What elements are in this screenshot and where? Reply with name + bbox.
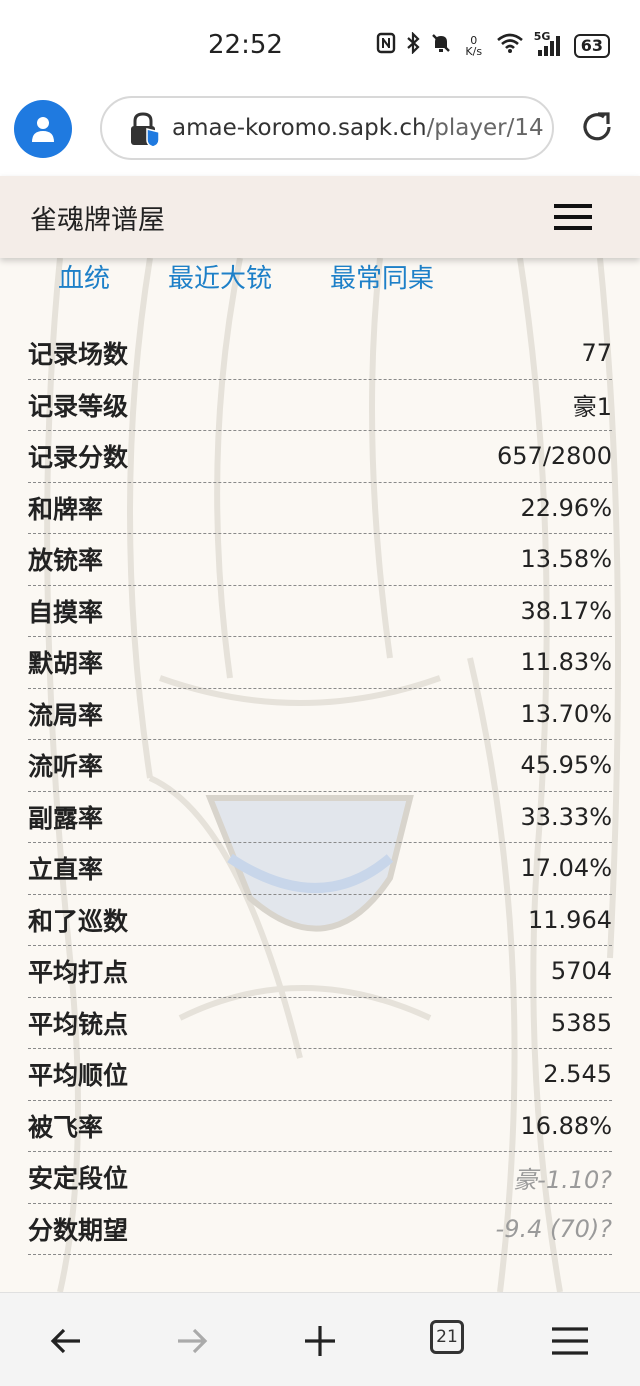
stat-value: 11.964	[528, 905, 612, 934]
stat-label: 被飞率	[28, 1112, 104, 1142]
stat-value: 13.70%	[520, 699, 612, 728]
reload-icon[interactable]	[578, 108, 616, 146]
stat-row-games: 记录场数 77	[28, 328, 612, 380]
stat-value: 11.83%	[520, 648, 612, 677]
main-content: 血统 最近大铳 最常同桌 记录场数 77 记录等级 豪1 记录分数 657/2800 …	[0, 258, 640, 1292]
nfc-icon	[376, 32, 396, 59]
bluetooth-icon	[406, 31, 420, 59]
stat-value: 77	[581, 339, 612, 368]
stat-value: 豪1	[572, 393, 612, 422]
stat-row-bust-rate: 被飞率 16.88%	[28, 1101, 612, 1152]
stat-label: 平均打点	[28, 958, 129, 988]
stat-row-dama-rate: 默胡率 11.83%	[28, 637, 612, 689]
stat-label: 流局率	[28, 700, 104, 730]
url-host: amae-koromo.sapk.ch	[172, 115, 427, 141]
status-time: 22:52	[208, 30, 283, 60]
stat-value: 豪-1.10?	[513, 1165, 612, 1194]
url-path: /player/14	[426, 115, 544, 141]
stat-row-riichi-rate: 立直率 17.04%	[28, 843, 612, 895]
stat-label: 默胡率	[28, 649, 104, 679]
back-arrow-icon[interactable]	[46, 1321, 86, 1361]
stat-label: 平均铳点	[28, 1009, 129, 1039]
battery-icon: 63	[573, 33, 610, 58]
stat-value: 16.88%	[520, 1111, 612, 1140]
stat-row-stable-rank: 安定段位 豪-1.10?	[28, 1152, 612, 1204]
lock-icon[interactable]	[128, 112, 162, 148]
menu-icon[interactable]	[554, 202, 592, 232]
stats-table: 记录场数 77 记录等级 豪1 记录分数 657/2800 和牌率 22.96% 放铳率…	[28, 328, 612, 1255]
url-text[interactable]: amae-koromo.sapk.ch/player/14	[172, 115, 544, 141]
forward-arrow-icon[interactable]	[172, 1321, 212, 1361]
stat-label: 平均顺位	[28, 1061, 129, 1091]
net-speed: 0 K/s	[462, 35, 486, 57]
stat-row-score: 记录分数 657/2800	[28, 431, 612, 483]
stat-row-rank: 记录等级 豪1	[28, 380, 612, 431]
net-speed-unit: K/s	[465, 44, 483, 58]
stat-value: 45.95%	[520, 751, 612, 780]
stat-label: 分数期望	[28, 1215, 129, 1245]
stat-value: 38.17%	[520, 596, 612, 625]
stat-label: 记录场数	[28, 340, 129, 370]
stat-value: 2.545	[543, 1060, 612, 1089]
stat-label: 自摸率	[28, 597, 104, 627]
new-tab-plus-icon[interactable]	[300, 1321, 340, 1361]
stat-label: 副露率	[28, 803, 104, 833]
site-header: 雀魂牌谱屋	[0, 176, 640, 258]
browser-toolbar: amae-koromo.sapk.ch/player/14	[0, 92, 640, 176]
site-title[interactable]: 雀魂牌谱屋	[30, 198, 165, 237]
person-icon	[32, 117, 54, 142]
stat-row-draw-rate: 流局率 13.70%	[28, 689, 612, 740]
stat-value[interactable]: -9.4 (70)?	[496, 1215, 612, 1243]
signal-icon: 5G	[534, 30, 564, 58]
stat-value: 657/2800	[497, 442, 612, 471]
stat-value: 5385	[550, 1008, 612, 1037]
tab-count-button[interactable]: 21	[430, 1320, 464, 1354]
stat-label: 记录等级	[28, 391, 129, 421]
stat-value: 22.96%	[520, 493, 612, 522]
stat-row-avg-deal-in-points: 平均铳点 5385	[28, 998, 612, 1049]
status-icons: 0 K/s 5G 63	[376, 30, 610, 59]
stat-row-avg-win-points: 平均打点 5704	[28, 946, 612, 998]
stat-row-tenpai-at-draw: 流听率 45.95%	[28, 740, 612, 792]
stat-row-win-rate: 和牌率 22.96%	[28, 483, 612, 534]
net-speed-value: 0	[470, 33, 478, 47]
stat-label: 立直率	[28, 855, 104, 885]
tab-lineage[interactable]: 血统	[58, 258, 110, 295]
stat-label: 流听率	[28, 752, 104, 782]
stat-label: 和牌率	[28, 494, 104, 524]
stat-row-deal-in-rate: 放铳率 13.58%	[28, 534, 612, 586]
stat-row-avg-placement: 平均顺位 2.545	[28, 1049, 612, 1101]
stat-row-call-rate: 副露率 33.33%	[28, 792, 612, 843]
mute-icon	[430, 32, 452, 59]
status-bar: 22:52 0 K/s 5G 63	[0, 0, 640, 92]
browser-bottom-nav: 21	[0, 1292, 640, 1386]
url-bar[interactable]: amae-koromo.sapk.ch/player/14	[100, 96, 554, 160]
browser-menu-icon[interactable]	[550, 1321, 590, 1361]
stat-value: 5704	[550, 957, 612, 986]
stat-value: 13.58%	[520, 545, 612, 574]
stat-value: 33.33%	[520, 802, 612, 831]
stat-label: 和了巡数	[28, 906, 129, 936]
stat-row-tsumo-rate: 自摸率 38.17%	[28, 586, 612, 637]
stat-label: 安定段位	[28, 1164, 129, 1194]
profile-avatar[interactable]	[14, 100, 72, 158]
stat-value: 17.04%	[520, 854, 612, 883]
tab-frequent-opponents[interactable]: 最常同桌	[330, 258, 434, 295]
stat-label: 放铳率	[28, 546, 104, 576]
stat-label: 记录分数	[28, 443, 129, 473]
tab-recent-big-deal-ins[interactable]: 最近大铳	[168, 258, 272, 295]
stat-row-score-expectation: 分数期望 -9.4 (70)?	[28, 1204, 612, 1255]
wifi-icon	[496, 32, 524, 59]
stat-row-win-turns: 和了巡数 11.964	[28, 895, 612, 946]
player-tabs: 血统 最近大铳 最常同桌	[58, 258, 434, 295]
